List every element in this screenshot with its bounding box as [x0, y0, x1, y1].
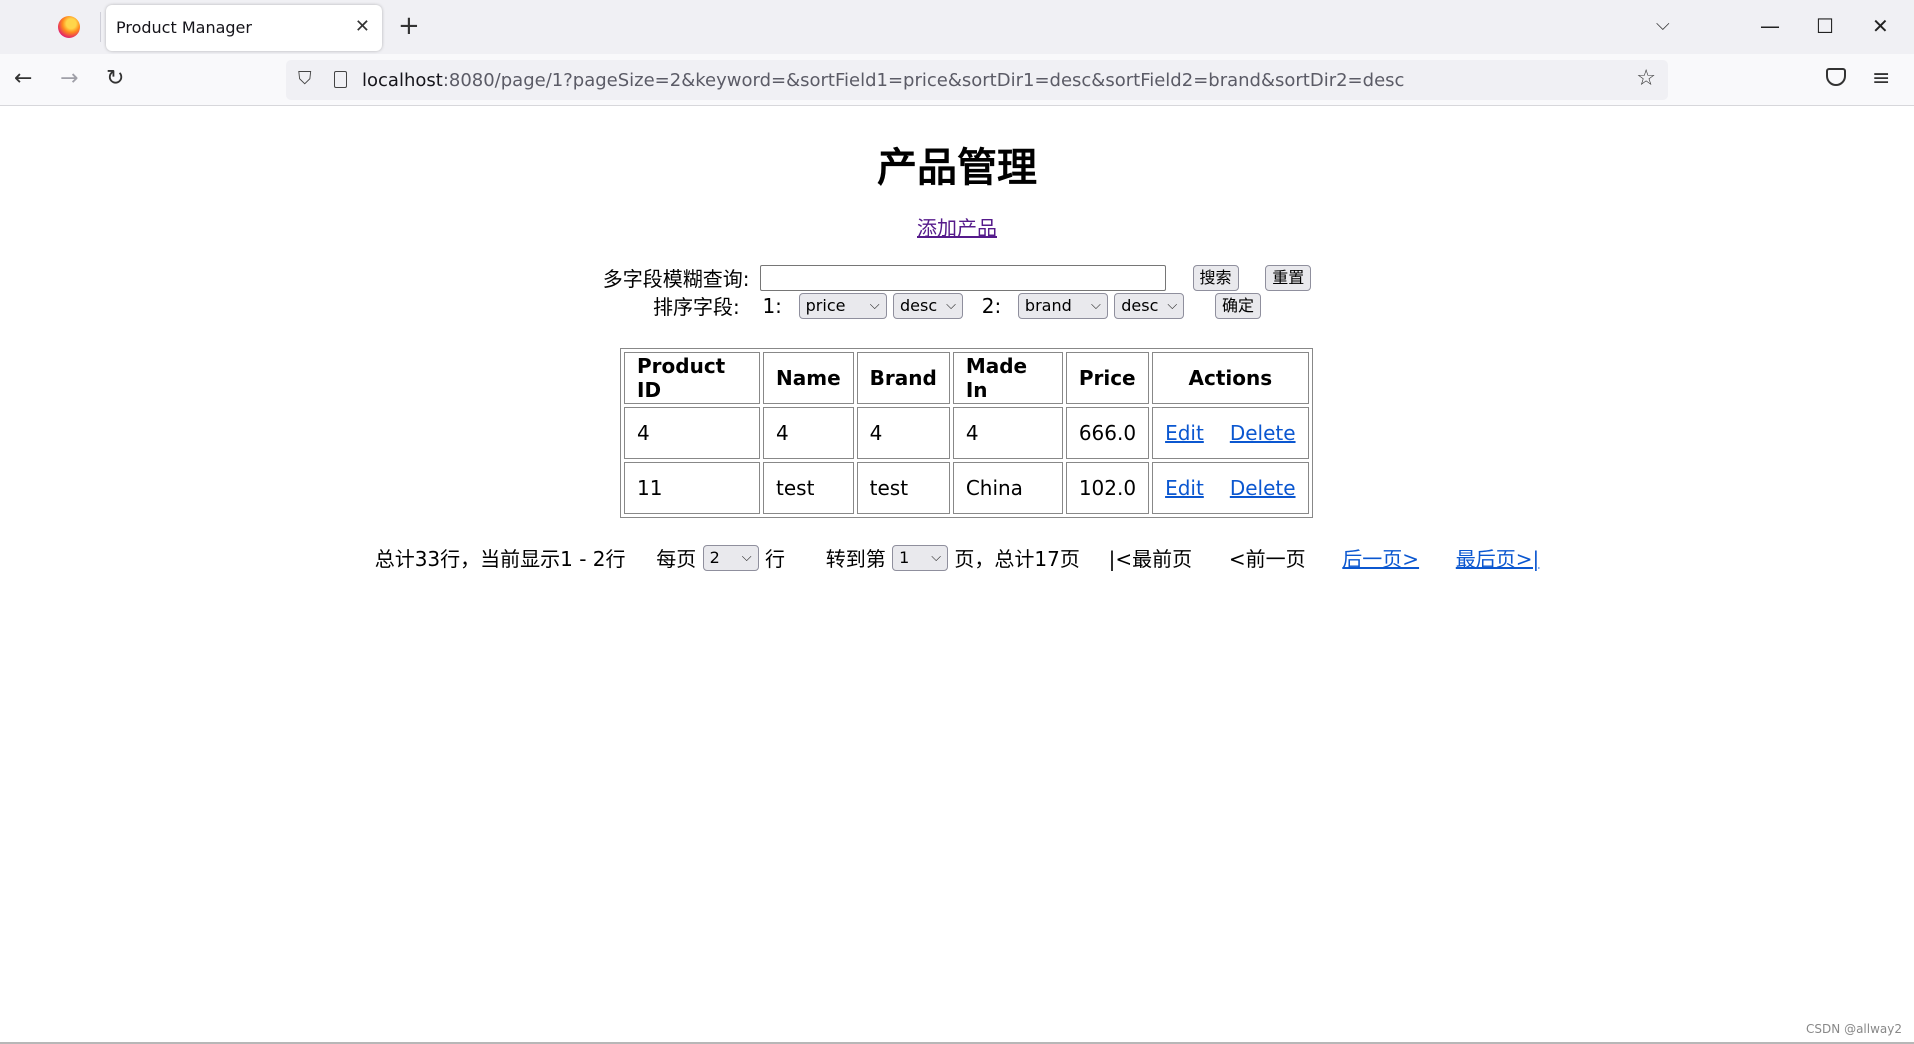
url-host: localhost — [362, 70, 443, 91]
cell-product-id: 11 — [624, 462, 760, 514]
pagination-row: 总计33行，当前显示1 - 2行 每页 2 ⌵ 行 转到第 1 ⌵ 页，总计17… — [0, 543, 1914, 572]
cell-name: test — [763, 462, 854, 514]
first-page-text: |<最前页 — [1108, 547, 1193, 571]
sort-field1-label: 1: — [762, 293, 782, 318]
next-page-link[interactable]: 后一页> — [1342, 543, 1419, 572]
chevron-down-icon: ⌵ — [1091, 297, 1101, 313]
watermark-text: CSDN @allway2 — [1806, 1022, 1902, 1036]
product-table: Product ID Name Brand Made In Price Acti… — [620, 348, 1313, 518]
page-size-value: 2 — [709, 547, 720, 567]
close-window-icon[interactable]: ✕ — [1872, 10, 1889, 42]
list-all-tabs-chevron-icon[interactable]: ⌵ — [1656, 14, 1670, 35]
sort-field2-label: 2: — [981, 293, 1002, 318]
search-button[interactable]: 搜索 — [1192, 264, 1239, 291]
header-name: Name — [763, 352, 854, 404]
chevron-down-icon: ⌵ — [931, 549, 942, 565]
sort-field2-select[interactable]: brand ⌵ — [1017, 292, 1108, 319]
sort-dir2-value: desc — [1121, 295, 1159, 315]
delete-link[interactable]: Delete — [1230, 476, 1296, 500]
last-page-link[interactable]: 最后页>| — [1456, 543, 1540, 572]
goto-page-select[interactable]: 1 ⌵ — [892, 544, 949, 571]
firefox-logo-icon — [58, 16, 80, 38]
forward-arrow-icon[interactable]: → — [60, 64, 78, 94]
browser-tab-strip: Product Manager ✕ + ⌵ — ☐ ✕ — [0, 0, 1914, 54]
cell-price: 666.0 — [1065, 407, 1150, 459]
cell-brand: test — [856, 462, 950, 514]
header-product-id: Product ID — [624, 352, 760, 404]
per-page-prefix: 每页 — [656, 547, 697, 571]
bookmark-star-icon[interactable]: ☆ — [1636, 66, 1656, 91]
sort-field2-value: brand — [1024, 295, 1072, 315]
prev-page-text: <前一页 — [1228, 547, 1306, 571]
row-summary: 总计33行，当前显示1 - 2行 — [374, 547, 626, 571]
header-made-in: Made In — [952, 352, 1063, 404]
page-title: 产品管理 — [877, 145, 1037, 191]
add-product-link[interactable]: 添加产品 — [917, 216, 997, 240]
table-row: 11 test test China 102.0 Edit Delete — [624, 462, 1309, 514]
chevron-down-icon: ⌵ — [1167, 297, 1178, 313]
sort-dir1-select[interactable]: desc ⌵ — [893, 292, 963, 319]
cell-product-id: 4 — [624, 407, 760, 459]
sort-row: 排序字段: 1: price ⌵ desc ⌵ 2: brand ⌵ desc … — [0, 291, 1914, 320]
close-tab-icon[interactable]: ✕ — [355, 15, 370, 39]
sort-dir1-value: desc — [900, 295, 938, 315]
cell-made-in: China — [952, 462, 1063, 514]
cell-made-in: 4 — [952, 407, 1063, 459]
sort-field1-value: price — [805, 295, 846, 315]
cell-price: 102.0 — [1065, 462, 1150, 514]
header-actions: Actions — [1152, 352, 1309, 404]
table-header-row: Product ID Name Brand Made In Price Acti… — [624, 352, 1309, 404]
cell-brand: 4 — [856, 407, 950, 459]
sort-confirm-button[interactable]: 确定 — [1214, 292, 1261, 319]
pocket-icon[interactable] — [1826, 68, 1846, 86]
url-path: :8080/page/1?pageSize=2&keyword=&sortFie… — [442, 70, 1405, 91]
url-text[interactable]: localhost:8080/page/1?pageSize=2&keyword… — [362, 70, 1404, 91]
reload-icon[interactable]: ↻ — [106, 64, 124, 94]
goto-prefix: 转到第 — [825, 547, 886, 571]
sort-label: 排序字段: — [652, 295, 740, 319]
page-content: 产品管理 添加产品 多字段模糊查询: 搜索 重置 排序字段: 1: price … — [0, 107, 1914, 1044]
minimize-window-icon[interactable]: — — [1760, 10, 1780, 42]
edit-link[interactable]: Edit — [1165, 421, 1204, 445]
cell-actions: Edit Delete — [1152, 462, 1309, 514]
delete-link[interactable]: Delete — [1230, 421, 1296, 445]
goto-suffix: 页，总计17页 — [954, 547, 1080, 571]
new-tab-icon[interactable]: + — [398, 10, 420, 42]
chevron-down-icon: ⌵ — [741, 549, 752, 565]
header-brand: Brand — [856, 352, 950, 404]
reset-button[interactable]: 重置 — [1265, 264, 1312, 291]
edit-link[interactable]: Edit — [1165, 476, 1204, 500]
chevron-down-icon: ⌵ — [869, 297, 880, 313]
hamburger-menu-icon[interactable]: ≡ — [1872, 64, 1890, 94]
maximize-window-icon[interactable]: ☐ — [1816, 10, 1834, 42]
table-row: 4 4 4 4 666.0 Edit Delete — [624, 407, 1309, 459]
tab-separator — [100, 12, 101, 42]
tracking-protection-shield-icon[interactable]: ⛉ — [298, 68, 312, 89]
tab-title: Product Manager — [116, 18, 252, 37]
sort-dir2-select[interactable]: desc ⌵ — [1114, 292, 1185, 319]
browser-tab-active[interactable]: Product Manager ✕ — [106, 5, 382, 51]
header-price: Price — [1065, 352, 1150, 404]
search-row: 多字段模糊查询: 搜索 重置 — [0, 263, 1914, 292]
search-label: 多字段模糊查询: — [602, 267, 750, 291]
cell-name: 4 — [763, 407, 854, 459]
back-arrow-icon[interactable]: ← — [14, 64, 32, 94]
goto-page-value: 1 — [899, 547, 910, 567]
per-page-suffix: 行 — [764, 547, 785, 571]
add-product-row: 添加产品 — [0, 212, 1914, 241]
page-size-select[interactable]: 2 ⌵ — [702, 544, 759, 571]
address-bar[interactable]: ⛉ localhost:8080/page/1?pageSize=2&keywo… — [286, 60, 1668, 100]
cell-actions: Edit Delete — [1152, 407, 1309, 459]
navigation-toolbar: ← → ↻ ⛉ localhost:8080/page/1?pageSize=2… — [0, 54, 1914, 106]
sort-field1-select[interactable]: price ⌵ — [798, 292, 887, 319]
chevron-down-icon: ⌵ — [946, 297, 956, 313]
search-input[interactable] — [759, 264, 1166, 291]
page-info-icon[interactable] — [334, 71, 347, 88]
